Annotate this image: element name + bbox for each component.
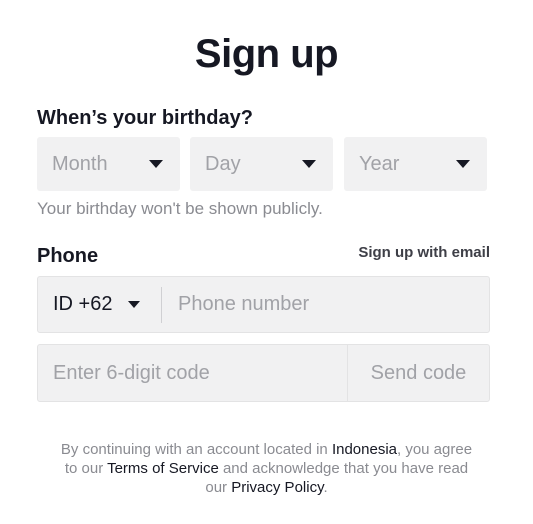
year-select[interactable]: Year (344, 137, 487, 191)
country-code-value: ID +62 (53, 293, 113, 315)
terms-of-service-link[interactable]: Terms of Service (107, 460, 219, 477)
caret-down-icon (456, 160, 470, 168)
verification-code-input[interactable] (38, 345, 347, 401)
caret-down-icon (302, 160, 316, 168)
caret-down-icon (149, 160, 163, 168)
privacy-policy-link[interactable]: Privacy Policy (231, 479, 323, 496)
legal-country: Indonesia (331, 441, 397, 458)
phone-label: Phone (37, 245, 99, 267)
sign-up-with-email-link[interactable]: Sign up with email (358, 244, 490, 262)
birthday-hint: Your birthday won't be shown publicly. (37, 199, 323, 218)
phone-field-group: ID +62 (37, 276, 490, 333)
phone-number-input[interactable] (162, 277, 489, 332)
day-select-value: Day (205, 152, 241, 175)
country-code-select[interactable]: ID +62 (38, 277, 161, 332)
year-select-value: Year (359, 152, 400, 175)
month-select[interactable]: Month (37, 137, 180, 191)
send-code-button[interactable]: Send code (347, 344, 490, 402)
legal-notice: By continuing with an account located in… (60, 440, 473, 497)
month-select-value: Month (52, 152, 108, 175)
legal-text: By continuing with an account located in (60, 441, 332, 458)
day-select[interactable]: Day (190, 137, 333, 191)
code-field (37, 344, 348, 402)
legal-text: . (323, 479, 328, 496)
birthday-label: When’s your birthday? (37, 107, 253, 129)
page-title: Sign up (194, 32, 339, 76)
caret-down-icon (128, 301, 141, 308)
